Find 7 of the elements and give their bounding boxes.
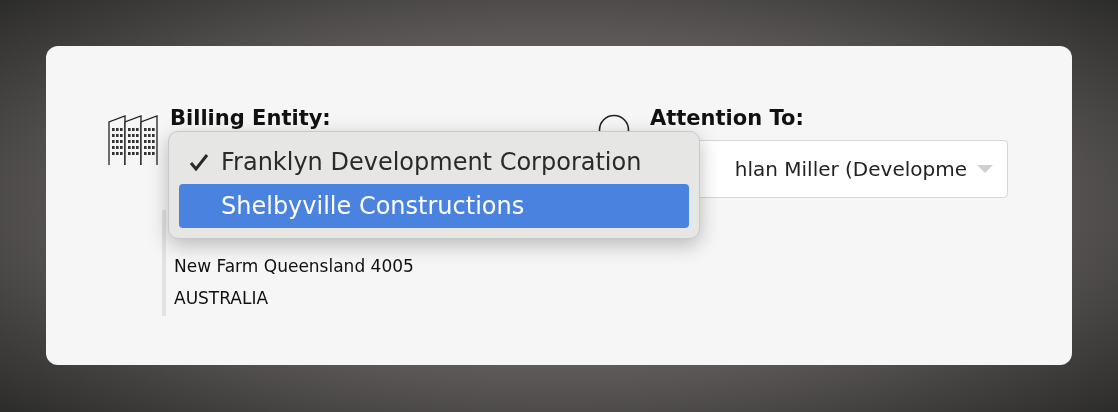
menu-option[interactable]: Shelbyville Constructions: [179, 184, 689, 228]
attention-to-label: Attention To:: [650, 105, 805, 132]
address-line: New Farm Queensland 4005: [174, 255, 414, 278]
buildings-icon: [108, 114, 160, 166]
caret-icon: [977, 165, 993, 173]
billing-entity-label: Billing Entity:: [170, 105, 332, 132]
address-line: AUSTRALIA: [174, 287, 270, 310]
